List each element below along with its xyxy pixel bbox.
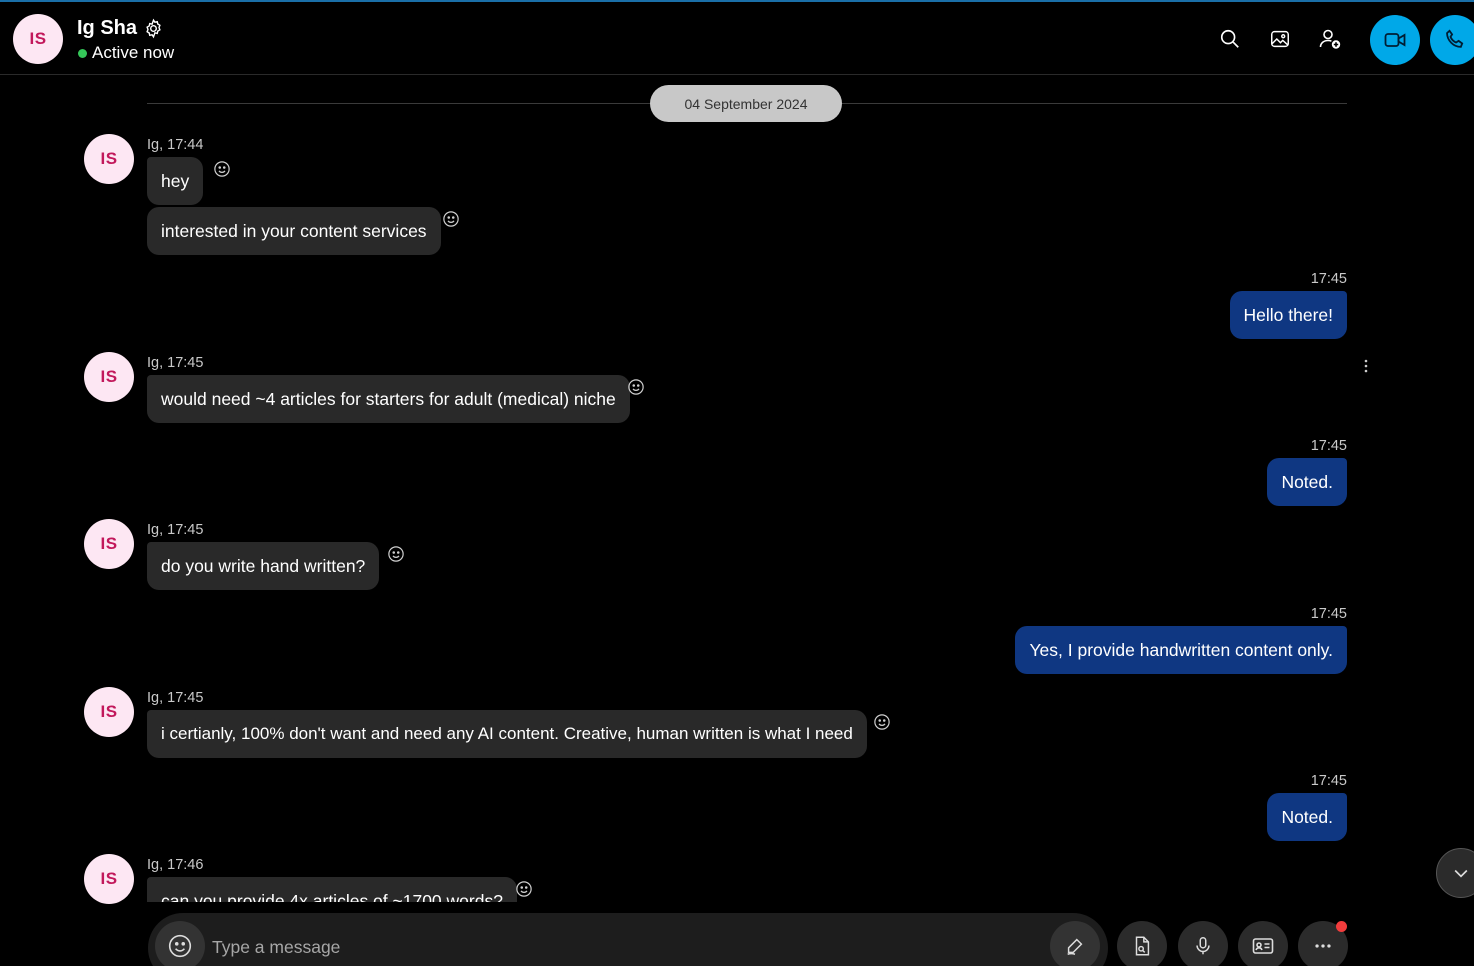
sender-avatar[interactable]: IS: [84, 687, 134, 737]
add-reaction-icon[interactable]: [515, 880, 533, 898]
message-bubble-incoming[interactable]: can you provide 4x articles of ~1700 wor…: [147, 877, 517, 902]
search-icon[interactable]: [1217, 26, 1243, 52]
sender-avatar[interactable]: IS: [84, 134, 134, 184]
pen-icon: [1064, 935, 1086, 957]
notification-dot: [1336, 921, 1347, 932]
contact-card-icon: [1251, 934, 1275, 958]
message-bubble-outgoing[interactable]: Hello there!: [1229, 291, 1347, 339]
chevron-down-icon: [1451, 863, 1471, 883]
date-separator: 04 September 2024: [650, 85, 842, 122]
phone-icon: [1443, 28, 1467, 52]
message-bubble-incoming[interactable]: interested in your content services: [147, 207, 441, 255]
contact-name[interactable]: Ig Sha: [77, 17, 137, 40]
share-file-button[interactable]: [1117, 921, 1167, 966]
sender-avatar[interactable]: IS: [84, 519, 134, 569]
presence-dot-icon: [78, 48, 87, 58]
video-camera-icon: [1383, 28, 1407, 52]
message-bubble-incoming[interactable]: would need ~4 articles for starters for …: [147, 375, 630, 423]
presence-status: Active now: [78, 43, 174, 63]
text-format-button[interactable]: [1050, 921, 1100, 966]
message-meta: 17:45: [1310, 271, 1347, 287]
chat-header: IS Ig Sha Active now: [0, 0, 1474, 75]
message-meta: 17:45: [1310, 606, 1347, 622]
add-reaction-icon[interactable]: [627, 378, 645, 396]
more-options-icon[interactable]: [1362, 358, 1370, 374]
status-text: Active now: [92, 43, 175, 62]
video-call-button[interactable]: [1370, 15, 1420, 65]
add-person-icon[interactable]: [1317, 26, 1343, 52]
message-input[interactable]: [210, 930, 1044, 964]
contact-name-row[interactable]: Ig Sha: [77, 17, 164, 40]
message-bubble-incoming[interactable]: hey: [147, 157, 204, 205]
voice-message-button[interactable]: [1178, 921, 1228, 966]
sender-avatar[interactable]: IS: [84, 352, 134, 402]
file-icon: [1131, 935, 1153, 957]
audio-call-button[interactable]: [1430, 15, 1474, 65]
message-clip: can you provide 4x articles of ~1700 wor…: [0, 877, 1474, 902]
contact-card-button[interactable]: [1238, 921, 1288, 966]
microphone-icon: [1192, 935, 1214, 957]
gear-icon[interactable]: [143, 18, 164, 39]
message-bubble-outgoing[interactable]: Noted.: [1267, 458, 1347, 506]
chat-window: IS Ig Sha Active now 04 September 2024 I…: [0, 0, 1474, 966]
smiley-icon: [167, 933, 193, 959]
message-meta: Ig, 17:45: [147, 355, 204, 371]
add-reaction-icon[interactable]: [213, 160, 231, 178]
message-meta: 17:45: [1310, 438, 1347, 454]
message-meta: Ig, 17:44: [147, 137, 204, 153]
ellipsis-icon: [1312, 935, 1334, 957]
contact-avatar[interactable]: IS: [13, 14, 63, 64]
add-reaction-icon[interactable]: [387, 545, 405, 563]
message-meta: Ig, 17:45: [147, 690, 204, 706]
message-bubble-outgoing[interactable]: Noted.: [1267, 793, 1347, 841]
image-icon[interactable]: [1267, 26, 1293, 52]
message-meta: Ig, 17:46: [147, 857, 204, 873]
message-bubble-outgoing[interactable]: Yes, I provide handwritten content only.: [1015, 626, 1347, 674]
message-meta: Ig, 17:45: [147, 522, 204, 538]
add-reaction-icon[interactable]: [442, 210, 460, 228]
add-reaction-icon[interactable]: [873, 713, 891, 731]
message-meta: 17:45: [1310, 773, 1347, 789]
message-bubble-incoming[interactable]: do you write hand written?: [147, 542, 380, 590]
emoji-button[interactable]: [155, 921, 205, 966]
message-bubble-incoming[interactable]: i certianly, 100% don't want and need an…: [147, 710, 867, 758]
